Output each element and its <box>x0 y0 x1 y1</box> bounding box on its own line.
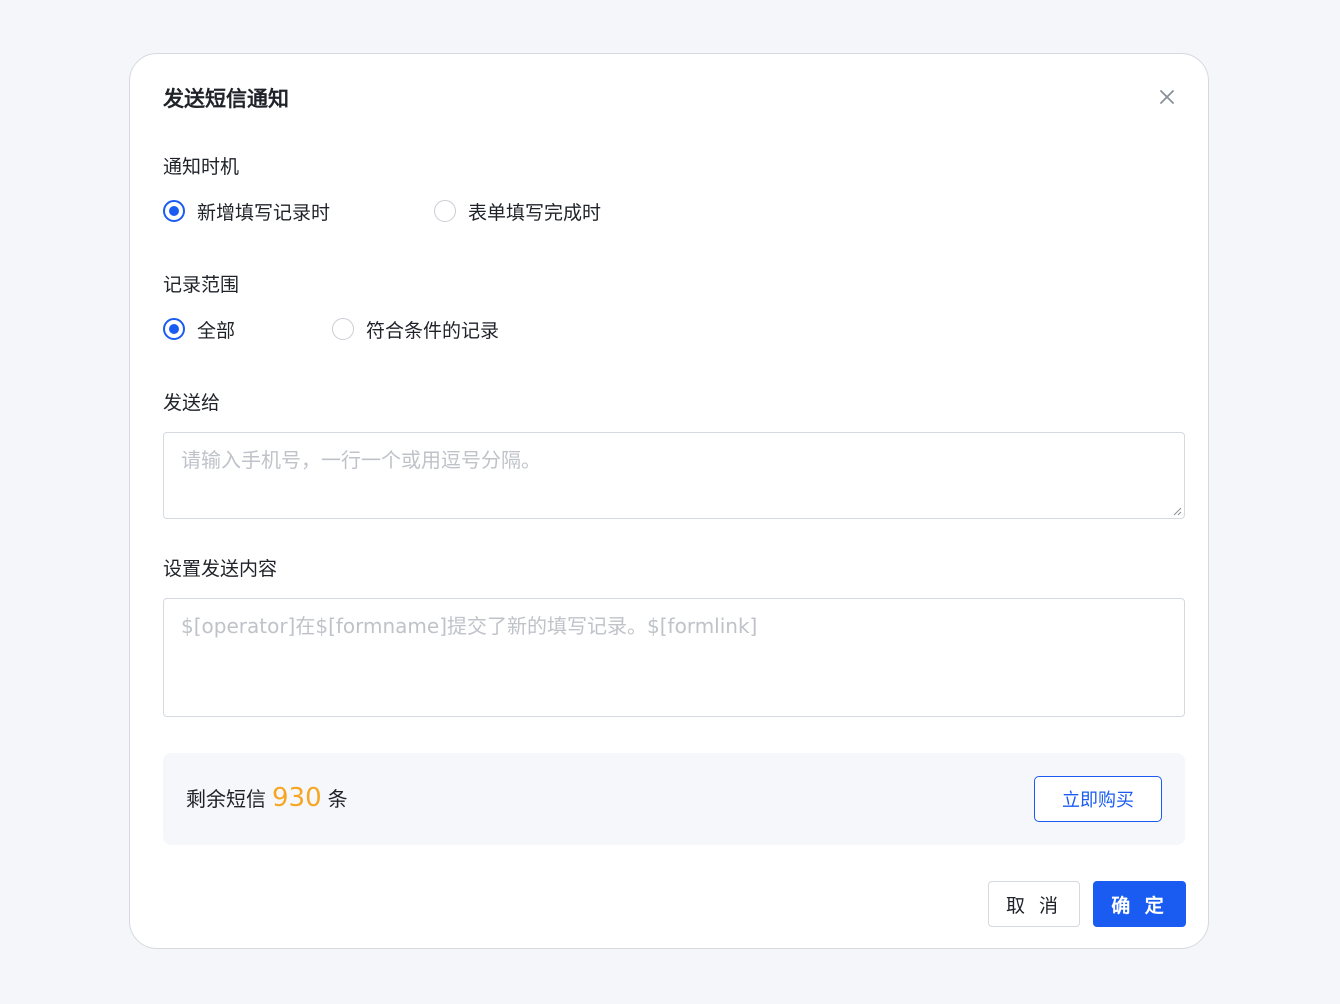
quota-suffix: 条 <box>327 787 348 811</box>
radio-label: 全部 <box>197 319 236 342</box>
close-icon[interactable] <box>1156 86 1178 108</box>
quota-count: 930 <box>272 783 322 813</box>
message-content-placeholder: $[operator]在$[formname]提交了新的填写记录。$[forml… <box>181 614 758 638</box>
record-scope-label: 记录范围 <box>163 274 240 296</box>
radio-checked-icon <box>163 200 185 222</box>
message-content-textarea[interactable]: $[operator]在$[formname]提交了新的填写记录。$[forml… <box>163 598 1185 717</box>
radio-checked-icon <box>163 318 185 340</box>
phone-numbers-placeholder: 请输入手机号，一行一个或用逗号分隔。 <box>181 448 541 472</box>
cancel-button[interactable]: 取 消 <box>988 881 1080 927</box>
quota-prefix: 剩余短信 <box>186 787 266 811</box>
radio-label: 符合条件的记录 <box>366 319 500 342</box>
radio-unchecked-icon <box>332 318 354 340</box>
radio-label: 表单填写完成时 <box>468 201 602 224</box>
phone-numbers-textarea[interactable]: 请输入手机号，一行一个或用逗号分隔。 <box>163 432 1185 519</box>
sms-quota-text: 剩余短信 930 条 <box>186 781 348 816</box>
notify-timing-label: 通知时机 <box>163 156 240 178</box>
buy-now-button[interactable]: 立即购买 <box>1034 776 1162 822</box>
dialog-title: 发送短信通知 <box>163 87 289 111</box>
radio-notify-on-form-complete[interactable]: 表单填写完成时 <box>434 197 601 225</box>
send-to-label: 发送给 <box>163 392 221 414</box>
sms-quota-panel: 剩余短信 930 条 立即购买 <box>163 753 1185 845</box>
radio-label: 新增填写记录时 <box>197 201 331 224</box>
content-label: 设置发送内容 <box>163 558 278 580</box>
sms-notification-dialog: 发送短信通知 通知时机 新增填写记录时 表单填写完成时 记录范围 全部 符合条件… <box>129 53 1209 949</box>
radio-notify-on-new-record[interactable]: 新增填写记录时 <box>163 197 330 225</box>
radio-unchecked-icon <box>434 200 456 222</box>
confirm-button[interactable]: 确 定 <box>1093 881 1186 927</box>
resize-grip-icon[interactable] <box>1171 505 1182 516</box>
radio-scope-all[interactable]: 全部 <box>163 315 235 343</box>
radio-scope-matching[interactable]: 符合条件的记录 <box>332 315 499 343</box>
